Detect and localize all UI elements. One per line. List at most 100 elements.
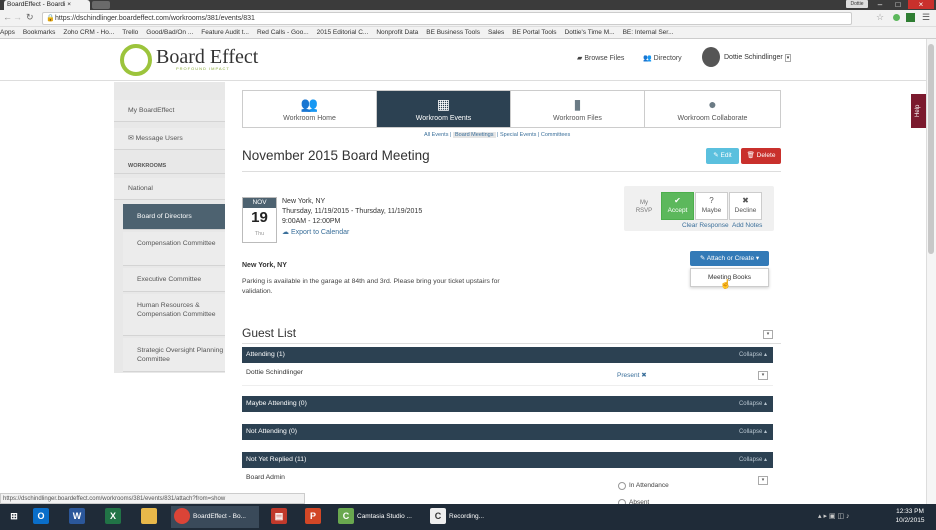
bookmark-item[interactable]: Dottie's Time M... bbox=[565, 29, 615, 36]
subnav-board-meetings[interactable]: Board Meetings bbox=[452, 132, 496, 138]
browse-files-link[interactable]: ▰ Browse Files bbox=[577, 54, 624, 62]
help-tab[interactable]: Help bbox=[911, 94, 926, 128]
bookmark-item[interactable]: 2015 Editorial C... bbox=[317, 29, 369, 36]
browser-tab[interactable]: BoardEffect - Boardi × bbox=[4, 0, 90, 10]
bookmark-item[interactable]: Nonprofit Data bbox=[376, 29, 418, 36]
workroom-tabs: 👥 Workroom Home ▦ Workroom Events ▮ Workroo… bbox=[242, 90, 781, 128]
star-icon[interactable]: ☆ bbox=[876, 12, 884, 23]
attending-bar[interactable]: Attending (1) Collapse ▴ bbox=[242, 347, 773, 363]
sidebar-item-my-boardeffect[interactable]: My BoardEffect bbox=[114, 100, 225, 122]
delete-button[interactable]: 🗑 Delete bbox=[741, 148, 781, 164]
taskbar-chrome[interactable]: BoardEffect - Bo... bbox=[171, 506, 259, 528]
start-button[interactable]: ⊞ bbox=[3, 506, 23, 528]
in-attendance-radio[interactable] bbox=[618, 482, 626, 490]
collapse-link[interactable]: Collapse ▴ bbox=[739, 424, 767, 440]
taskbar-camtasia[interactable]: C Camtasia Studio ... bbox=[335, 506, 423, 528]
tab-workroom-collaborate[interactable]: ● Workroom Collaborate bbox=[645, 91, 780, 127]
collapse-link[interactable]: Collapse ▴ bbox=[739, 396, 767, 412]
accept-label: Accept bbox=[667, 207, 688, 214]
subnav-special-events[interactable]: Special Events bbox=[500, 132, 536, 138]
not-yet-replied-bar[interactable]: Not Yet Replied (11) Collapse ▴ bbox=[242, 452, 773, 468]
bookmark-item[interactable]: BE Portal Tools bbox=[512, 29, 556, 36]
tab-workroom-files[interactable]: ▮ Workroom Files bbox=[511, 91, 645, 127]
collapse-label: Collapse bbox=[738, 401, 763, 407]
clock-date: 10/2/2015 bbox=[895, 517, 925, 524]
sidebar-item-strategic-oversight[interactable]: Strategic Oversight Planning Committee bbox=[123, 338, 225, 372]
sidebar-item-human-resources[interactable]: Human Resources & Compensation Committee bbox=[123, 294, 225, 336]
guest-row: Dottie Schindlinger bbox=[242, 369, 773, 376]
camtasia-icon: C bbox=[338, 508, 354, 525]
folder-taskbar-icon[interactable] bbox=[138, 506, 160, 528]
reload-icon[interactable]: ↻ bbox=[26, 12, 34, 23]
boardeffect-logo-icon[interactable] bbox=[120, 44, 152, 76]
clear-response-link[interactable]: Clear Response bbox=[682, 222, 729, 229]
directory-link[interactable]: 👥 Directory bbox=[643, 54, 682, 62]
menu-icon[interactable]: ☰ bbox=[922, 12, 930, 23]
bookmark-item[interactable]: Bookmarks bbox=[23, 29, 56, 36]
location-heading: New York, NY bbox=[242, 262, 287, 269]
taskbar-clock[interactable]: 12:33 PM 10/2/2015 bbox=[886, 507, 934, 525]
app-taskbar-icon[interactable]: ▤ bbox=[268, 506, 290, 528]
add-notes-link[interactable]: Add Notes bbox=[732, 222, 762, 229]
bookmark-item[interactable]: Trello bbox=[122, 29, 138, 36]
taskbar-recording[interactable]: C Recording... bbox=[427, 506, 513, 528]
tab-workroom-home[interactable]: 👥 Workroom Home bbox=[243, 91, 377, 127]
system-tray[interactable]: ▴ ▸ ▣ ◫ ♪ bbox=[818, 506, 850, 528]
extension-icon[interactable] bbox=[906, 13, 915, 22]
url-input[interactable]: 🔒 https://dschindlinger.boardeffect.com/… bbox=[42, 12, 852, 25]
back-icon[interactable]: ← bbox=[3, 12, 12, 22]
not-attending-bar[interactable]: Not Attending (0) Collapse ▴ bbox=[242, 424, 773, 440]
guest-list-toggle-icon[interactable]: ▾ bbox=[763, 330, 773, 339]
clock-time: 12:33 PM bbox=[896, 508, 924, 515]
sidebar-item-message-users[interactable]: ✉ Message Users bbox=[114, 128, 225, 150]
present-status[interactable]: Present ✖ bbox=[617, 371, 647, 379]
subnav-committees[interactable]: Committees bbox=[541, 132, 570, 138]
bookmark-item[interactable]: BE Business Tools bbox=[426, 29, 480, 36]
bookmark-item[interactable]: BE: Internal Ser... bbox=[623, 29, 674, 36]
maximize-icon[interactable]: □ bbox=[890, 0, 906, 9]
scrollbar-thumb[interactable] bbox=[928, 44, 934, 254]
collapse-link[interactable]: Collapse ▴ bbox=[739, 452, 767, 468]
avatar[interactable] bbox=[702, 47, 720, 67]
extension-green-icon[interactable] bbox=[893, 14, 900, 21]
export-to-calendar-link[interactable]: ☁ Export to Calendar bbox=[282, 228, 349, 236]
close-window-icon[interactable]: × bbox=[908, 0, 934, 9]
minimize-icon[interactable]: – bbox=[872, 0, 888, 9]
collapse-link[interactable]: Collapse ▴ bbox=[739, 347, 767, 363]
new-tab-button[interactable] bbox=[92, 1, 110, 9]
bookmark-item[interactable]: Feature Audit t... bbox=[201, 29, 249, 36]
row-toggle-icon[interactable]: ▾ bbox=[758, 476, 768, 485]
directory-label: Directory bbox=[653, 55, 682, 62]
subnav-all-events[interactable]: All Events bbox=[424, 132, 448, 138]
forward-icon[interactable]: → bbox=[13, 12, 22, 22]
powerpoint-taskbar-icon[interactable]: P bbox=[302, 506, 324, 528]
chrome-icon bbox=[174, 508, 190, 525]
maybe-attending-bar[interactable]: Maybe Attending (0) Collapse ▴ bbox=[242, 396, 773, 412]
tab-close-icon[interactable]: × bbox=[67, 1, 71, 8]
sidebar-item-executive[interactable]: Executive Committee bbox=[123, 268, 225, 292]
excel-taskbar-icon[interactable]: X bbox=[102, 506, 124, 528]
chevron-down-icon[interactable]: ▾ bbox=[784, 54, 792, 62]
outlook-taskbar-icon[interactable]: O bbox=[30, 506, 52, 528]
user-menu[interactable]: Dottie Schindlinger ▾ bbox=[724, 54, 792, 62]
rsvp-label: My RSVP bbox=[635, 200, 653, 214]
bookmark-item[interactable]: Sales bbox=[488, 29, 504, 36]
bookmark-item[interactable]: Good/Bad/On ... bbox=[146, 29, 193, 36]
accept-button[interactable]: ✔ Accept bbox=[661, 192, 694, 220]
sidebar-item-board-of-directors[interactable]: Board of Directors bbox=[123, 204, 225, 230]
edit-button[interactable]: ✎ Edit bbox=[706, 148, 739, 164]
attach-or-create-button[interactable]: ✎ Attach or Create ▾ bbox=[690, 251, 769, 266]
decline-button[interactable]: ✖ Decline bbox=[729, 192, 762, 220]
sidebar-item-compensation[interactable]: Compensation Committee bbox=[123, 232, 225, 266]
tab-workroom-events[interactable]: ▦ Workroom Events bbox=[377, 91, 511, 127]
word-taskbar-icon[interactable]: W bbox=[66, 506, 88, 528]
bookmark-item[interactable]: Red Calls - Goo... bbox=[257, 29, 309, 36]
bookmark-item[interactable]: Apps bbox=[0, 29, 15, 36]
maybe-button[interactable]: ? Maybe bbox=[695, 192, 728, 220]
remove-icon[interactable]: ✖ bbox=[641, 372, 646, 379]
browser-user-chip[interactable]: Dottie bbox=[846, 0, 868, 8]
bookmark-item[interactable]: Zoho CRM - Ho... bbox=[63, 29, 114, 36]
row-toggle-icon[interactable]: ▾ bbox=[758, 371, 768, 380]
sidebar-item-national[interactable]: National bbox=[114, 178, 225, 200]
envelope-icon: ✉ bbox=[128, 135, 134, 142]
